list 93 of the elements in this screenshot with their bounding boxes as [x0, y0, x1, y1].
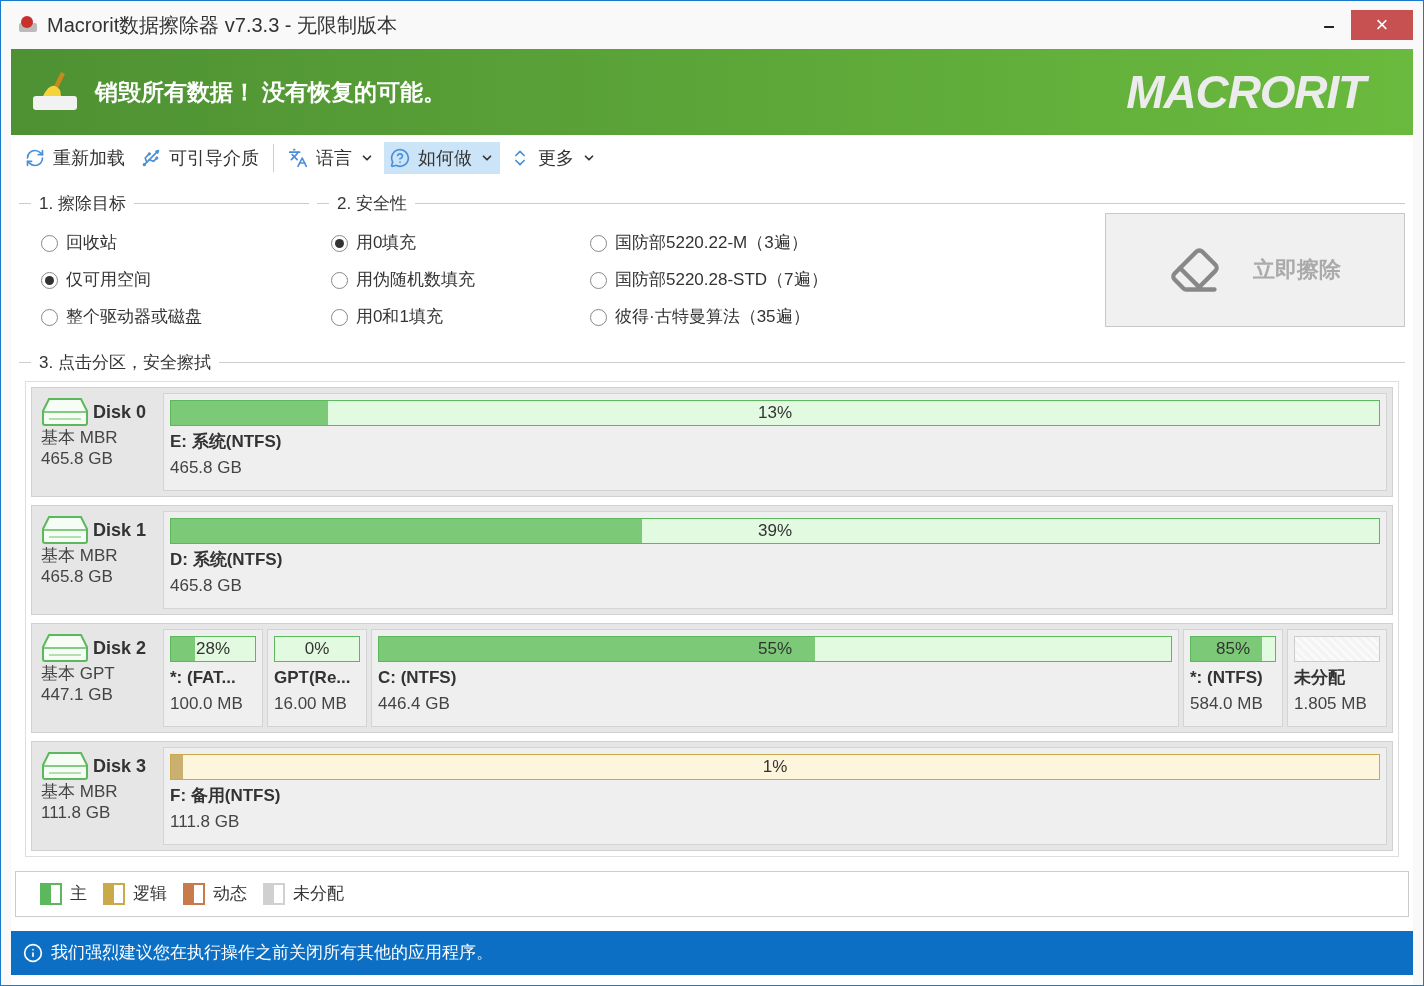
partition-panel[interactable]: 55% C: (NTFS) 446.4 GB — [371, 629, 1179, 727]
usb-icon — [141, 148, 161, 168]
disk-row[interactable]: Disk 0 基本 MBR 465.8 GB 13% E: 系统(NTFS) 465.8 GB — [31, 387, 1393, 497]
radio-label[interactable]: 回收站 — [66, 230, 117, 256]
usage-percent: 1% — [762, 756, 788, 779]
disk-name: Disk 3 — [93, 754, 147, 778]
partition-panel[interactable]: 28% *: (FAT... 100.0 MB — [163, 629, 263, 727]
section-title: 2. 安全性 — [337, 193, 407, 215]
help-icon — [390, 148, 410, 168]
disk-type: 基本 MBR — [41, 545, 119, 567]
radio-button[interactable] — [41, 308, 58, 326]
toolbar-button[interactable]: 可引导介质 — [135, 142, 265, 174]
radio-label[interactable]: 仅可用空间 — [66, 267, 151, 293]
partition-label: *: (FAT... — [170, 667, 237, 689]
partition-size: 16.00 MB — [274, 692, 348, 715]
partition-size: 465.8 GB — [170, 456, 243, 479]
partition-panel[interactable]: 13% E: 系统(NTFS) 465.8 GB — [163, 393, 1387, 491]
hard-drive-icon — [41, 751, 89, 781]
usage-percent: 13% — [758, 402, 792, 425]
radio-button[interactable] — [590, 308, 607, 326]
toolbar-button[interactable]: 如何做 — [384, 142, 500, 174]
radio-label[interactable]: 用伪随机数填充 — [356, 267, 475, 293]
partition-label: F: 备用(NTFS) — [170, 785, 282, 807]
disk-row[interactable]: Disk 3 基本 MBR 111.8 GB 1% F: 备用(NTFS) 111.8 GB — [31, 741, 1393, 851]
disk-size: 111.8 GB — [41, 802, 112, 824]
partition-label: C: (NTFS) — [378, 667, 458, 689]
partition-size: 100.0 MB — [170, 692, 244, 715]
brand-logo: MACRORIT — [1122, 64, 1377, 120]
legend-label: 动态 — [213, 883, 247, 906]
legend-label: 主 — [70, 883, 87, 906]
disk-name: Disk 1 — [93, 518, 147, 542]
status-message: 我们强烈建议您在执行操作之前关闭所有其他的应用程序。 — [51, 942, 493, 965]
section-title: 1. 擦除目标 — [39, 193, 126, 215]
disk-type: 基本 MBR — [41, 781, 119, 803]
usage-percent: 39% — [758, 520, 792, 543]
partition-panel[interactable]: 0% GPT(Re... 16.00 MB — [267, 629, 367, 727]
partition-panel[interactable]: 未分配 1.805 MB — [1287, 629, 1387, 727]
radio-button[interactable] — [331, 308, 348, 326]
window-title: Macrorit数据擦除器 v7.3.3 - 无限制版本 — [47, 13, 398, 38]
usage-percent: 28% — [196, 638, 230, 661]
disk-type: 基本 GPT — [41, 663, 116, 685]
radio-button[interactable] — [331, 234, 348, 252]
radio-button[interactable] — [590, 271, 607, 289]
legend-label: 逻辑 — [133, 883, 167, 906]
partition-label: GPT(Re... — [274, 667, 352, 689]
partition-label: *: (NTFS) — [1190, 667, 1264, 689]
disk-size: 447.1 GB — [41, 684, 114, 706]
partition-size: 584.0 MB — [1190, 692, 1264, 715]
partition-label: E: 系统(NTFS) — [170, 431, 283, 453]
legend-label: 未分配 — [293, 883, 344, 906]
radio-label[interactable]: 用0填充 — [356, 230, 417, 256]
hard-drive-icon — [41, 633, 89, 663]
toolbar-button[interactable]: 语言 — [282, 142, 380, 174]
minimize-button[interactable]: – — [1307, 10, 1351, 40]
info-icon — [23, 943, 43, 963]
section-title: 3. 点击分区，安全擦拭 — [39, 351, 211, 374]
partition-panel[interactable]: 85% *: (NTFS) 584.0 MB — [1183, 629, 1283, 727]
partition-panel[interactable]: 39% D: 系统(NTFS) 465.8 GB — [163, 511, 1387, 609]
radio-label[interactable]: 彼得·古特曼算法（35遍） — [615, 304, 810, 330]
radio-button[interactable] — [41, 271, 58, 289]
partition-label: 未分配 — [1294, 667, 1346, 689]
reload-icon — [25, 148, 45, 168]
partition-size: 1.805 MB — [1294, 692, 1368, 715]
usage-percent: 85% — [1216, 638, 1250, 661]
disk-size: 465.8 GB — [41, 448, 114, 470]
disk-row[interactable]: Disk 1 基本 MBR 465.8 GB 39% D: 系统(NTFS) 465.8 GB — [31, 505, 1393, 615]
radio-label[interactable]: 整个驱动器或磁盘 — [66, 304, 202, 330]
language-icon — [288, 148, 308, 168]
banner-slogan: 销毁所有数据！ 没有恢复的可能。 — [95, 77, 447, 107]
radio-button[interactable] — [331, 271, 348, 289]
usage-percent: 0% — [304, 638, 330, 661]
toolbar-button[interactable]: 更多 — [504, 142, 602, 174]
disk-name: Disk 2 — [93, 636, 147, 660]
hard-drive-icon — [41, 397, 89, 427]
disk-name: Disk 0 — [93, 400, 147, 424]
toolbar-button[interactable]: 重新加载 — [19, 142, 131, 174]
partition-label: D: 系统(NTFS) — [170, 549, 284, 571]
radio-button[interactable] — [590, 234, 607, 252]
hard-drive-icon — [41, 515, 89, 545]
radio-label[interactable]: 用0和1填充 — [356, 304, 443, 330]
disk-row[interactable]: Disk 2 基本 GPT 447.1 GB 28% *: (FAT... 100.0 MB 0% GPT(Re... 16.00 MB 55% C: (NTFS) 446.4 GB 85% *: (NTFS) 584.0 MB 未分配 1.805 MB — [31, 623, 1393, 733]
radio-label[interactable]: 国防部5220.22-M（3遍） — [615, 230, 808, 256]
radio-label[interactable]: 国防部5220.28-STD（7遍） — [615, 267, 828, 293]
partition-panel[interactable]: 1% F: 备用(NTFS) 111.8 GB — [163, 747, 1387, 845]
close-button[interactable]: × — [1351, 10, 1413, 40]
radio-button[interactable] — [41, 234, 58, 252]
usage-percent: 55% — [758, 638, 792, 661]
app-icon — [17, 15, 39, 35]
disk-size: 465.8 GB — [41, 566, 114, 588]
disk-type: 基本 MBR — [41, 427, 119, 449]
partition-size: 465.8 GB — [170, 574, 243, 597]
partition-size: 446.4 GB — [378, 692, 451, 715]
partition-size: 111.8 GB — [170, 810, 241, 833]
